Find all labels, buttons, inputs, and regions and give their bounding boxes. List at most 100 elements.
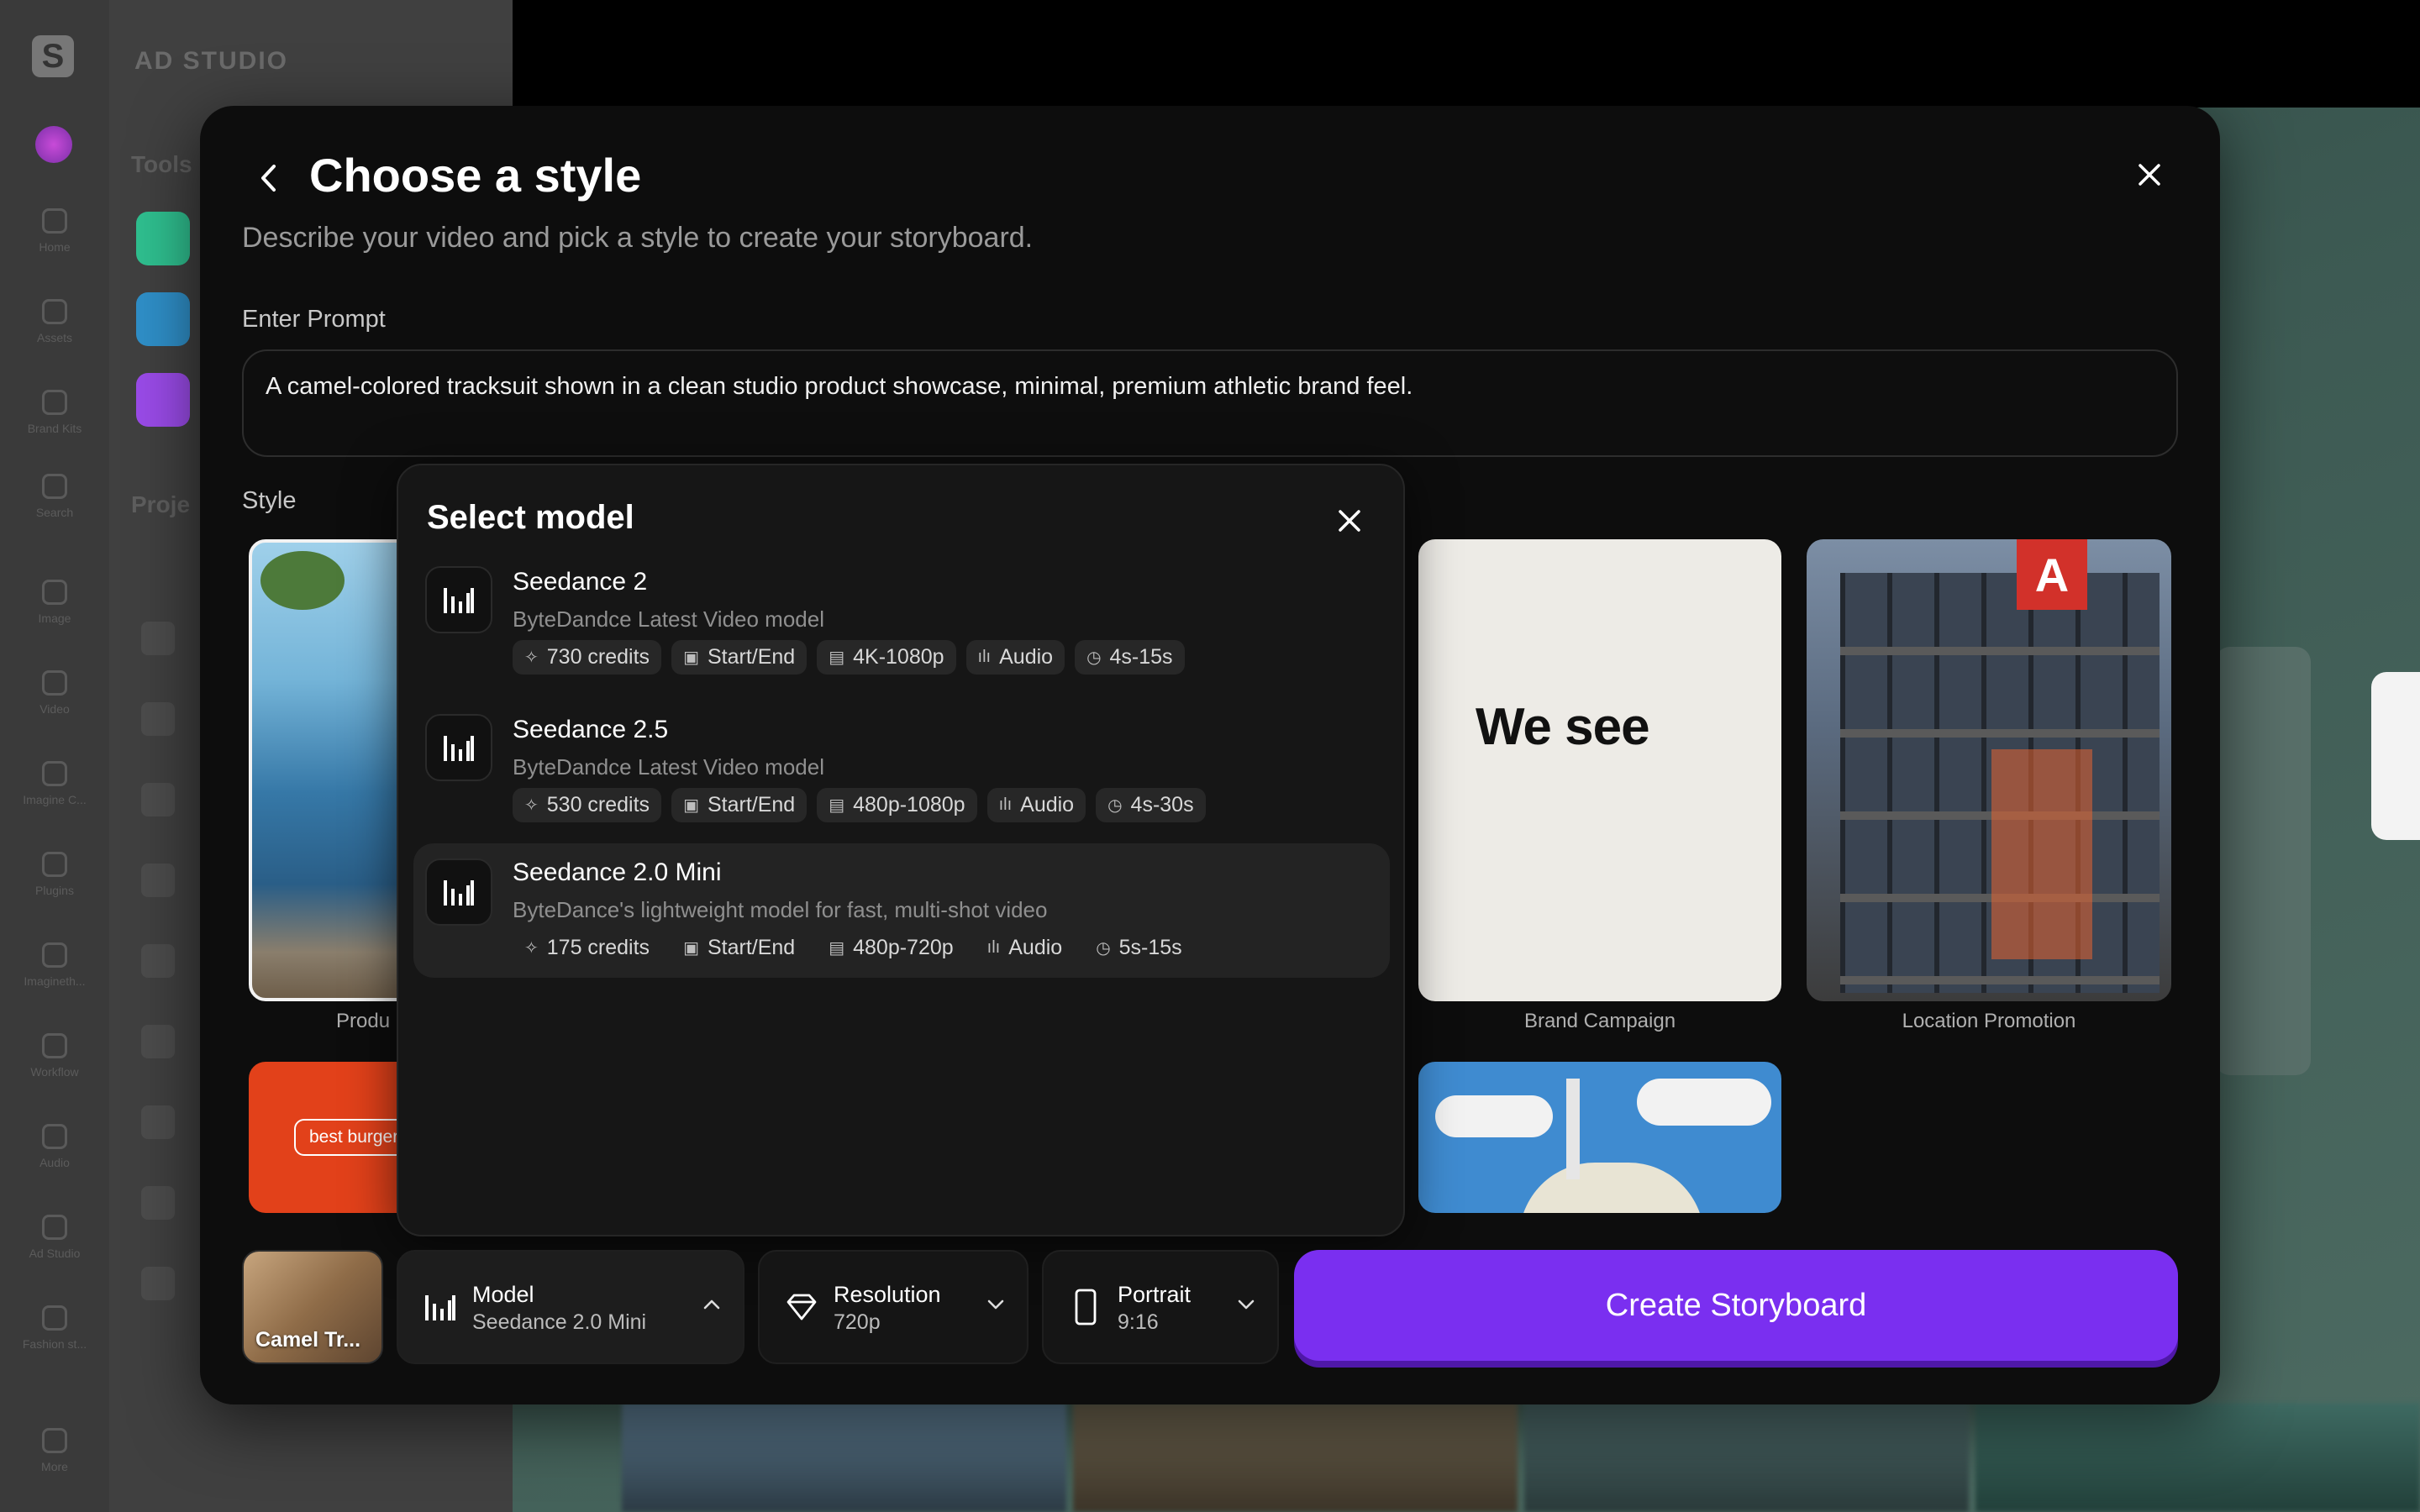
model-selector-label: Model (472, 1282, 534, 1307)
modal-close-button[interactable] (2131, 156, 2168, 193)
style-card-location-promotion[interactable]: A (1807, 539, 2171, 1001)
style-card-brand-campaign[interactable]: We see (1418, 539, 1781, 1001)
project-row-icon[interactable] (141, 944, 175, 978)
sparkle-icon (42, 942, 67, 968)
search-icon (42, 474, 67, 499)
image-frame-icon: ▣ (683, 796, 699, 815)
rail-item-home[interactable]: Home (0, 208, 109, 254)
credits-tag: ✧ 530 credits (513, 788, 662, 822)
image-frame-icon: ▣ (683, 939, 699, 958)
sparkle-icon: ✧ (524, 796, 539, 815)
rail-item-fashion[interactable]: Fashion st... (0, 1305, 109, 1351)
resolution-selector-value: 720p (834, 1310, 881, 1334)
select-model-popover: Select model Seedance 2 ByteDandce Lates… (397, 464, 1405, 1236)
app-logo-icon: S (32, 35, 74, 77)
resolution-tag: ▤ 4K-1080p (817, 640, 956, 675)
back-button[interactable] (250, 160, 287, 197)
frames-tag: ▣ Start/End (671, 640, 808, 675)
model-option-seedance-2[interactable]: Seedance 2 ByteDandce Latest Video model… (413, 556, 1390, 690)
brand-kits-icon (42, 390, 67, 415)
resolution-icon: ▤ (829, 648, 845, 667)
tools-label: Tools (131, 151, 192, 177)
image-icon (42, 580, 67, 605)
project-row-icon[interactable] (141, 1267, 175, 1300)
rail-item-image[interactable]: Image (0, 580, 109, 625)
rail-item-imagine[interactable]: Imagine C... (0, 761, 109, 806)
project-row-icon[interactable] (141, 702, 175, 736)
model-bars-icon (425, 858, 492, 926)
tool-blue-icon[interactable] (136, 292, 190, 346)
model-tags: ✧ 730 credits ▣ Start/End ▤ 4K-1080p ılı Aud… (513, 640, 1185, 675)
audio-wave-icon: ılı (977, 648, 992, 666)
sparkle-icon: ✧ (524, 648, 539, 667)
rail-item-audio[interactable]: Audio (0, 1124, 109, 1169)
rail-item-search[interactable]: Search (0, 474, 109, 519)
audio-tag: ılı Audio (965, 640, 1065, 675)
product-thumbnail[interactable]: Camel Tr... (242, 1250, 383, 1364)
image-frame-icon: ▣ (683, 648, 699, 667)
project-row-icon[interactable] (141, 622, 175, 655)
prompt-label: Enter Prompt (242, 306, 386, 333)
style-card-clouds[interactable] (1418, 1062, 1781, 1213)
clock-icon: ◷ (1086, 648, 1102, 667)
project-row-icon[interactable] (141, 783, 175, 816)
model-description: ByteDance's lightweight model for fast, … (513, 897, 1048, 922)
style-label: Style (242, 487, 297, 514)
credits-tag: ✧ 175 credits (524, 936, 650, 959)
orientation-selector[interactable]: Portrait 9:16 (1042, 1250, 1279, 1364)
resolution-icon: ▤ (829, 939, 845, 958)
rail-item-workflow[interactable]: Workflow (0, 1033, 109, 1079)
model-description: ByteDandce Latest Video model (513, 606, 824, 632)
model-option-seedance-2-0-mini[interactable]: Seedance 2.0 Mini ByteDance's lightweigh… (413, 843, 1390, 978)
building-glow (1991, 749, 2092, 959)
style-card-location-promotion-label: Location Promotion (1902, 1010, 2076, 1032)
audio-tag: ılı Audio (986, 788, 1086, 822)
thumbnail-label: Camel Tr... (255, 1328, 361, 1352)
duration-tag: ◷ 5s-15s (1096, 936, 1182, 959)
diamond-icon (783, 1289, 820, 1326)
rail-item-plugins[interactable]: Plugins (0, 852, 109, 897)
close-icon (2139, 164, 2160, 186)
burger-tag: best burger (294, 1119, 414, 1156)
prompt-input[interactable]: A camel-colored tracksuit shown in a cle… (242, 349, 2178, 457)
tool-purple-icon[interactable] (136, 373, 190, 427)
projects-label: Proje (131, 491, 191, 517)
orientation-selector-label: Portrait (1118, 1282, 1192, 1307)
brand-sign-icon: A (2017, 539, 2087, 610)
rail-item-imagineth[interactable]: Imagineth... (0, 942, 109, 988)
create-storyboard-button[interactable]: Create Storyboard (1294, 1250, 2178, 1361)
brand-campaign-preview-text: We see (1476, 698, 1650, 756)
workflow-icon (42, 1033, 67, 1058)
orientation-selector-value: 9:16 (1118, 1310, 1159, 1334)
audio-tag: ılı Audio (986, 936, 1063, 959)
model-selector[interactable]: Model Seedance 2.0 Mini (397, 1250, 744, 1364)
rail-item-more[interactable]: More (0, 1428, 109, 1473)
project-row-icon[interactable] (141, 864, 175, 897)
rail-item-ad-studio[interactable]: Ad Studio (0, 1215, 109, 1260)
project-row-icon[interactable] (141, 1025, 175, 1058)
model-tags: ✧ 530 credits ▣ Start/End ▤ 480p-1080p ılı A… (513, 788, 1206, 822)
home-icon (42, 208, 67, 234)
phone-portrait-icon (1067, 1289, 1104, 1326)
project-row-icon[interactable] (141, 1186, 175, 1220)
rail-item-video[interactable]: Video (0, 670, 109, 716)
popover-close-button[interactable] (1331, 502, 1368, 539)
audio-wave-icon: ılı (998, 795, 1013, 814)
tool-green-icon[interactable] (136, 212, 190, 265)
sparkle-icon: ✧ (524, 939, 539, 958)
rail-item-brand-kits[interactable]: Brand Kits (0, 390, 109, 435)
background-image-strip (622, 1403, 2420, 1512)
chevron-left-icon (261, 165, 276, 192)
project-row-icon[interactable] (141, 1105, 175, 1139)
model-name: Seedance 2 (513, 568, 648, 596)
user-avatar[interactable] (35, 126, 72, 163)
rail-item-assets[interactable]: Assets (0, 299, 109, 344)
audio-wave-icon: ılı (986, 938, 1001, 957)
clock-icon: ◷ (1096, 939, 1111, 958)
model-option-seedance-2-5[interactable]: Seedance 2.5 ByteDandce Latest Video mod… (413, 704, 1390, 838)
panel-expand-handle[interactable] (2371, 672, 2420, 840)
resolution-selector[interactable]: Resolution 720p (758, 1250, 1028, 1364)
straw-shape (1566, 1079, 1580, 1179)
frames-tag: ▣ Start/End (671, 788, 808, 822)
model-selector-value: Seedance 2.0 Mini (472, 1310, 647, 1334)
